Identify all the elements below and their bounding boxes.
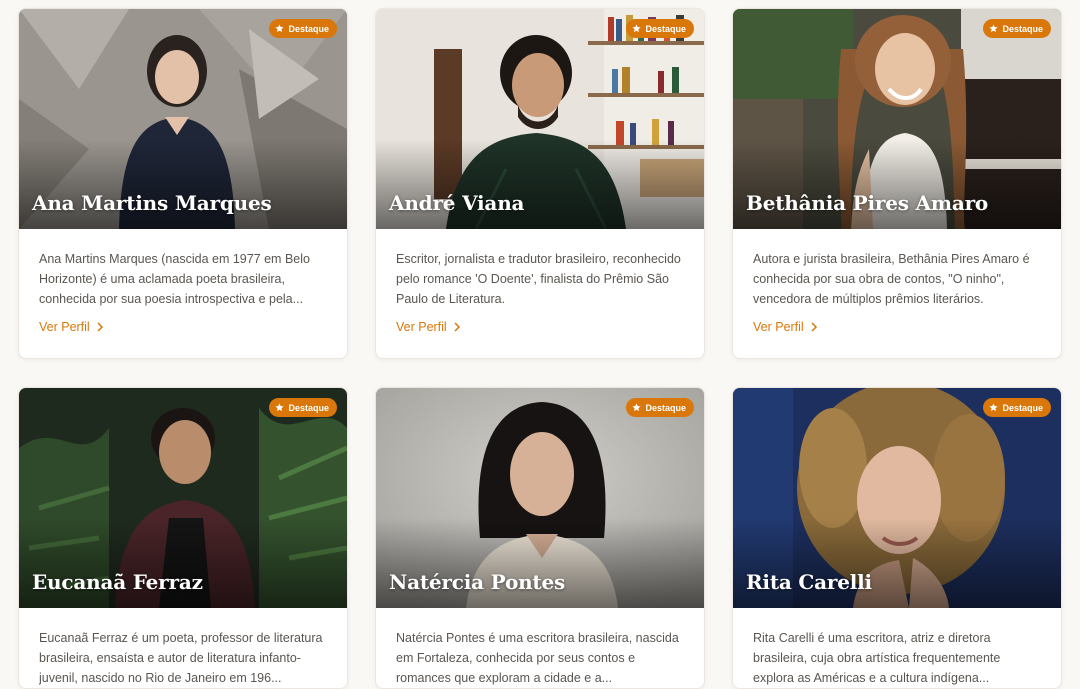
featured-badge: Destaque — [626, 19, 694, 38]
badge-label: Destaque — [645, 23, 686, 34]
featured-badge: Destaque — [269, 19, 337, 38]
author-name: André Viana — [389, 191, 525, 215]
view-profile-label: Ver Perfil — [396, 320, 447, 334]
author-card[interactable]: Destaque André Viana Escritor, jornalist… — [375, 8, 705, 359]
author-card[interactable]: Destaque Rita Carelli Rita Carelli é uma… — [732, 387, 1062, 689]
chevron-right-icon — [454, 322, 460, 332]
star-icon — [632, 403, 642, 412]
author-card[interactable]: Destaque Eucanaã Ferraz Eucanaã Ferraz é… — [18, 387, 348, 689]
author-description: Escritor, jornalista e tradutor brasilei… — [396, 252, 681, 306]
author-photo: Destaque André Viana — [376, 9, 704, 229]
author-photo: Destaque Ana Martins Marques — [19, 9, 347, 229]
star-icon — [632, 24, 642, 33]
view-profile-link[interactable]: Ver Perfil — [396, 320, 461, 334]
chevron-right-icon — [811, 322, 817, 332]
featured-badge: Destaque — [269, 398, 337, 417]
author-description: Rita Carelli é uma escritora, atriz e di… — [753, 631, 1001, 685]
authors-grid: Destaque Ana Martins Marques Ana Martins… — [0, 0, 1080, 689]
badge-label: Destaque — [288, 23, 329, 34]
author-name: Rita Carelli — [746, 570, 872, 594]
author-card[interactable]: Destaque Ana Martins Marques Ana Martins… — [18, 8, 348, 359]
author-photo: Destaque Eucanaã Ferraz — [19, 388, 347, 608]
author-description: Autora e jurista brasileira, Bethânia Pi… — [753, 252, 1030, 306]
author-photo: Destaque Rita Carelli — [733, 388, 1061, 608]
star-icon — [989, 403, 999, 412]
featured-badge: Destaque — [983, 398, 1051, 417]
badge-label: Destaque — [288, 402, 329, 413]
author-card[interactable]: Destaque Natércia Pontes Natércia Pontes… — [375, 387, 705, 689]
chevron-right-icon — [97, 322, 103, 332]
author-name: Eucanaã Ferraz — [32, 570, 203, 594]
author-name: Bethânia Pires Amaro — [746, 191, 989, 215]
view-profile-label: Ver Perfil — [753, 320, 804, 334]
author-description: Eucanaã Ferraz é um poeta, professor de … — [39, 631, 323, 685]
badge-label: Destaque — [1002, 23, 1043, 34]
view-profile-link[interactable]: Ver Perfil — [753, 320, 818, 334]
star-icon — [275, 403, 285, 412]
author-photo: Destaque Natércia Pontes — [376, 388, 704, 608]
featured-badge: Destaque — [983, 19, 1051, 38]
star-icon — [989, 24, 999, 33]
author-photo: Destaque Bethânia Pires Amaro — [733, 9, 1061, 229]
author-card[interactable]: Destaque Bethânia Pires Amaro Autora e j… — [732, 8, 1062, 359]
featured-badge: Destaque — [626, 398, 694, 417]
author-name: Natércia Pontes — [389, 570, 566, 594]
badge-label: Destaque — [645, 402, 686, 413]
author-description: Natércia Pontes é uma escritora brasilei… — [396, 631, 679, 685]
author-name: Ana Martins Marques — [32, 191, 272, 215]
badge-label: Destaque — [1002, 402, 1043, 413]
star-icon — [275, 24, 285, 33]
view-profile-label: Ver Perfil — [39, 320, 90, 334]
author-description: Ana Martins Marques (nascida em 1977 em … — [39, 252, 310, 306]
view-profile-link[interactable]: Ver Perfil — [39, 320, 104, 334]
